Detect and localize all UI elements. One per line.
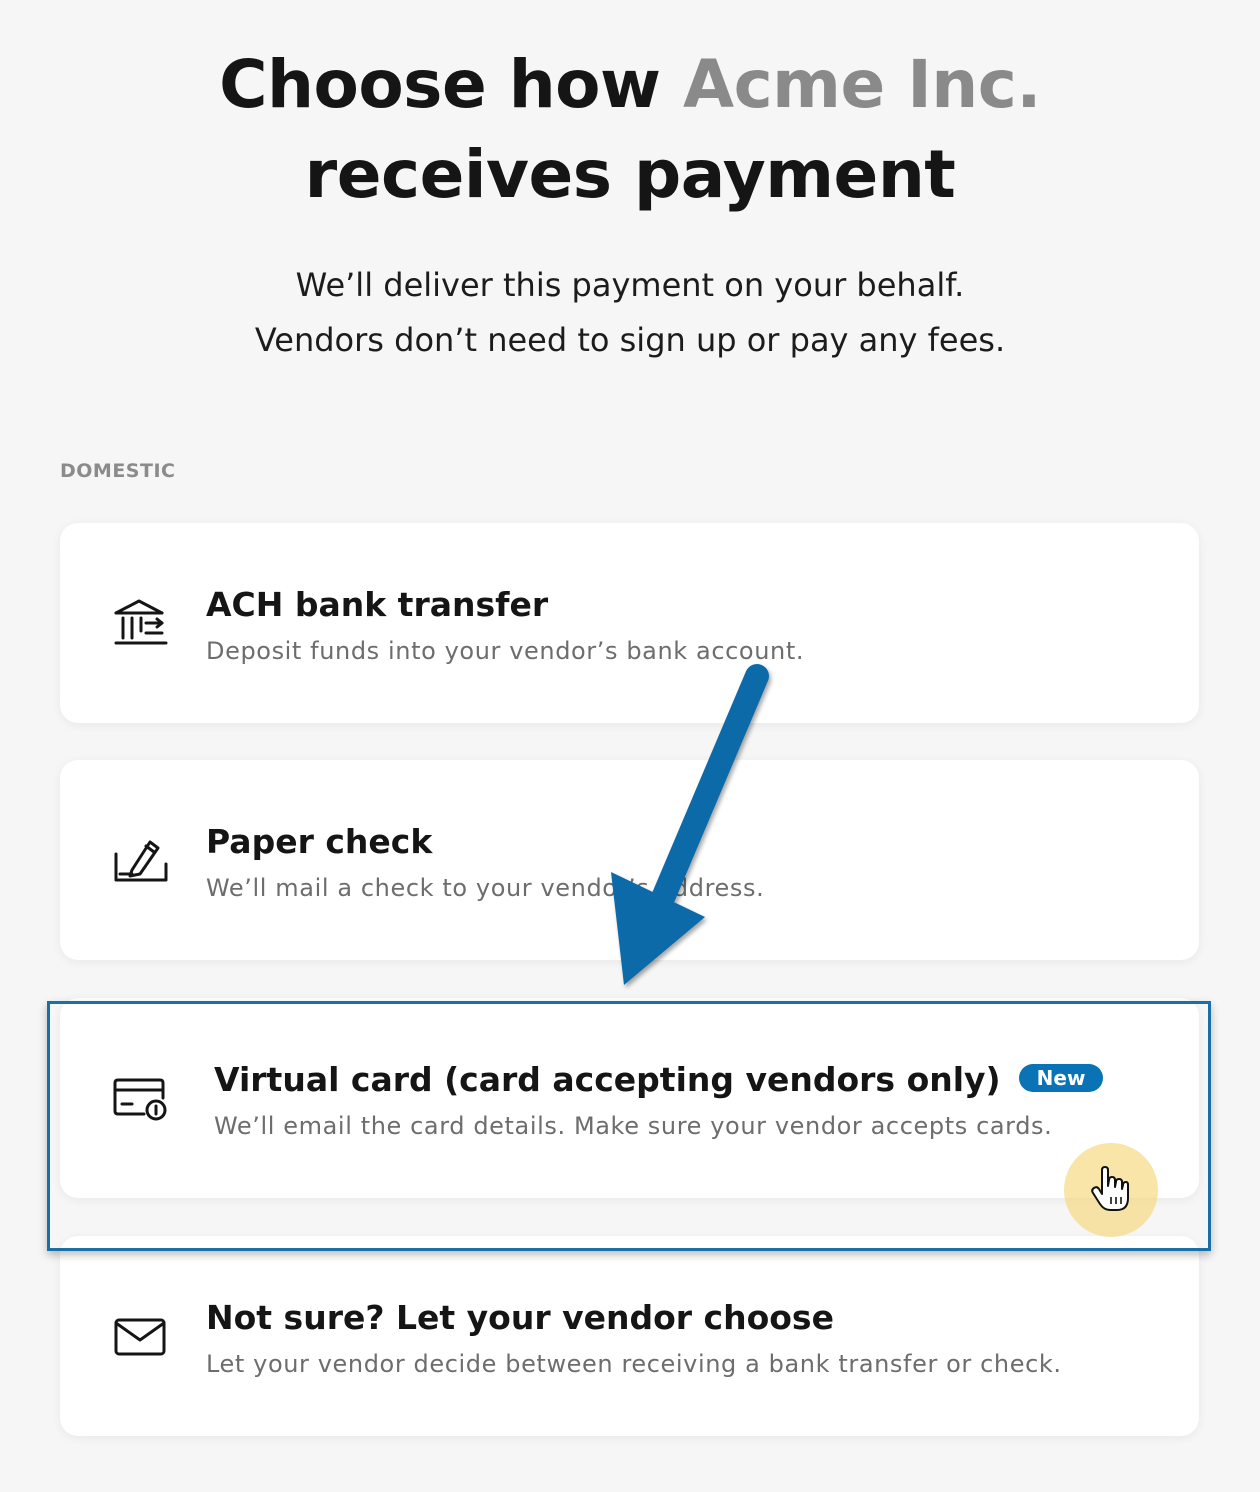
hand-cursor-icon	[1090, 1166, 1130, 1214]
option-title: Not sure? Let your vendor choose	[206, 1298, 834, 1337]
page-title: Choose how Acme Inc. receives payment	[60, 40, 1200, 220]
option-description: Deposit funds into your vendor’s bank ac…	[206, 637, 805, 665]
check-icon	[110, 830, 170, 890]
option-paper-check[interactable]: Paper check We’ll mail a check to your v…	[60, 760, 1199, 960]
option-virtual-card[interactable]: Virtual card (card accepting vendors onl…	[60, 998, 1199, 1198]
option-title: Virtual card (card accepting vendors onl…	[214, 1060, 1104, 1099]
virtual-card-icon	[110, 1068, 170, 1128]
subtitle-line-2: Vendors don’t need to sign up or pay any…	[254, 321, 1006, 359]
option-title-text: Virtual card (card accepting vendors onl…	[214, 1060, 1001, 1099]
envelope-icon	[110, 1306, 170, 1366]
title-prefix: Choose how	[219, 46, 683, 123]
option-vendor-choose[interactable]: Not sure? Let your vendor choose Let you…	[60, 1236, 1199, 1436]
new-badge: New	[1018, 1064, 1104, 1092]
section-label-domestic: DOMESTIC	[60, 460, 176, 482]
option-description: Let your vendor decide between receiving…	[206, 1350, 1062, 1378]
bank-icon	[110, 593, 170, 653]
vendor-name: Acme Inc.	[682, 46, 1041, 123]
option-description: We’ll email the card details. Make sure …	[214, 1112, 1053, 1140]
subtitle-line-1: We’ll deliver this payment on your behal…	[295, 266, 965, 304]
option-title: Paper check	[206, 822, 433, 861]
page-subtitle: We’ll deliver this payment on your behal…	[60, 258, 1200, 368]
option-title: ACH bank transfer	[206, 585, 549, 624]
option-description: We’ll mail a check to your vendor’s addr…	[206, 874, 765, 902]
option-ach-bank-transfer[interactable]: ACH bank transfer Deposit funds into you…	[60, 523, 1199, 723]
payment-method-page: Choose how Acme Inc. receives payment We…	[0, 0, 1260, 1492]
title-suffix: receives payment	[304, 136, 956, 213]
